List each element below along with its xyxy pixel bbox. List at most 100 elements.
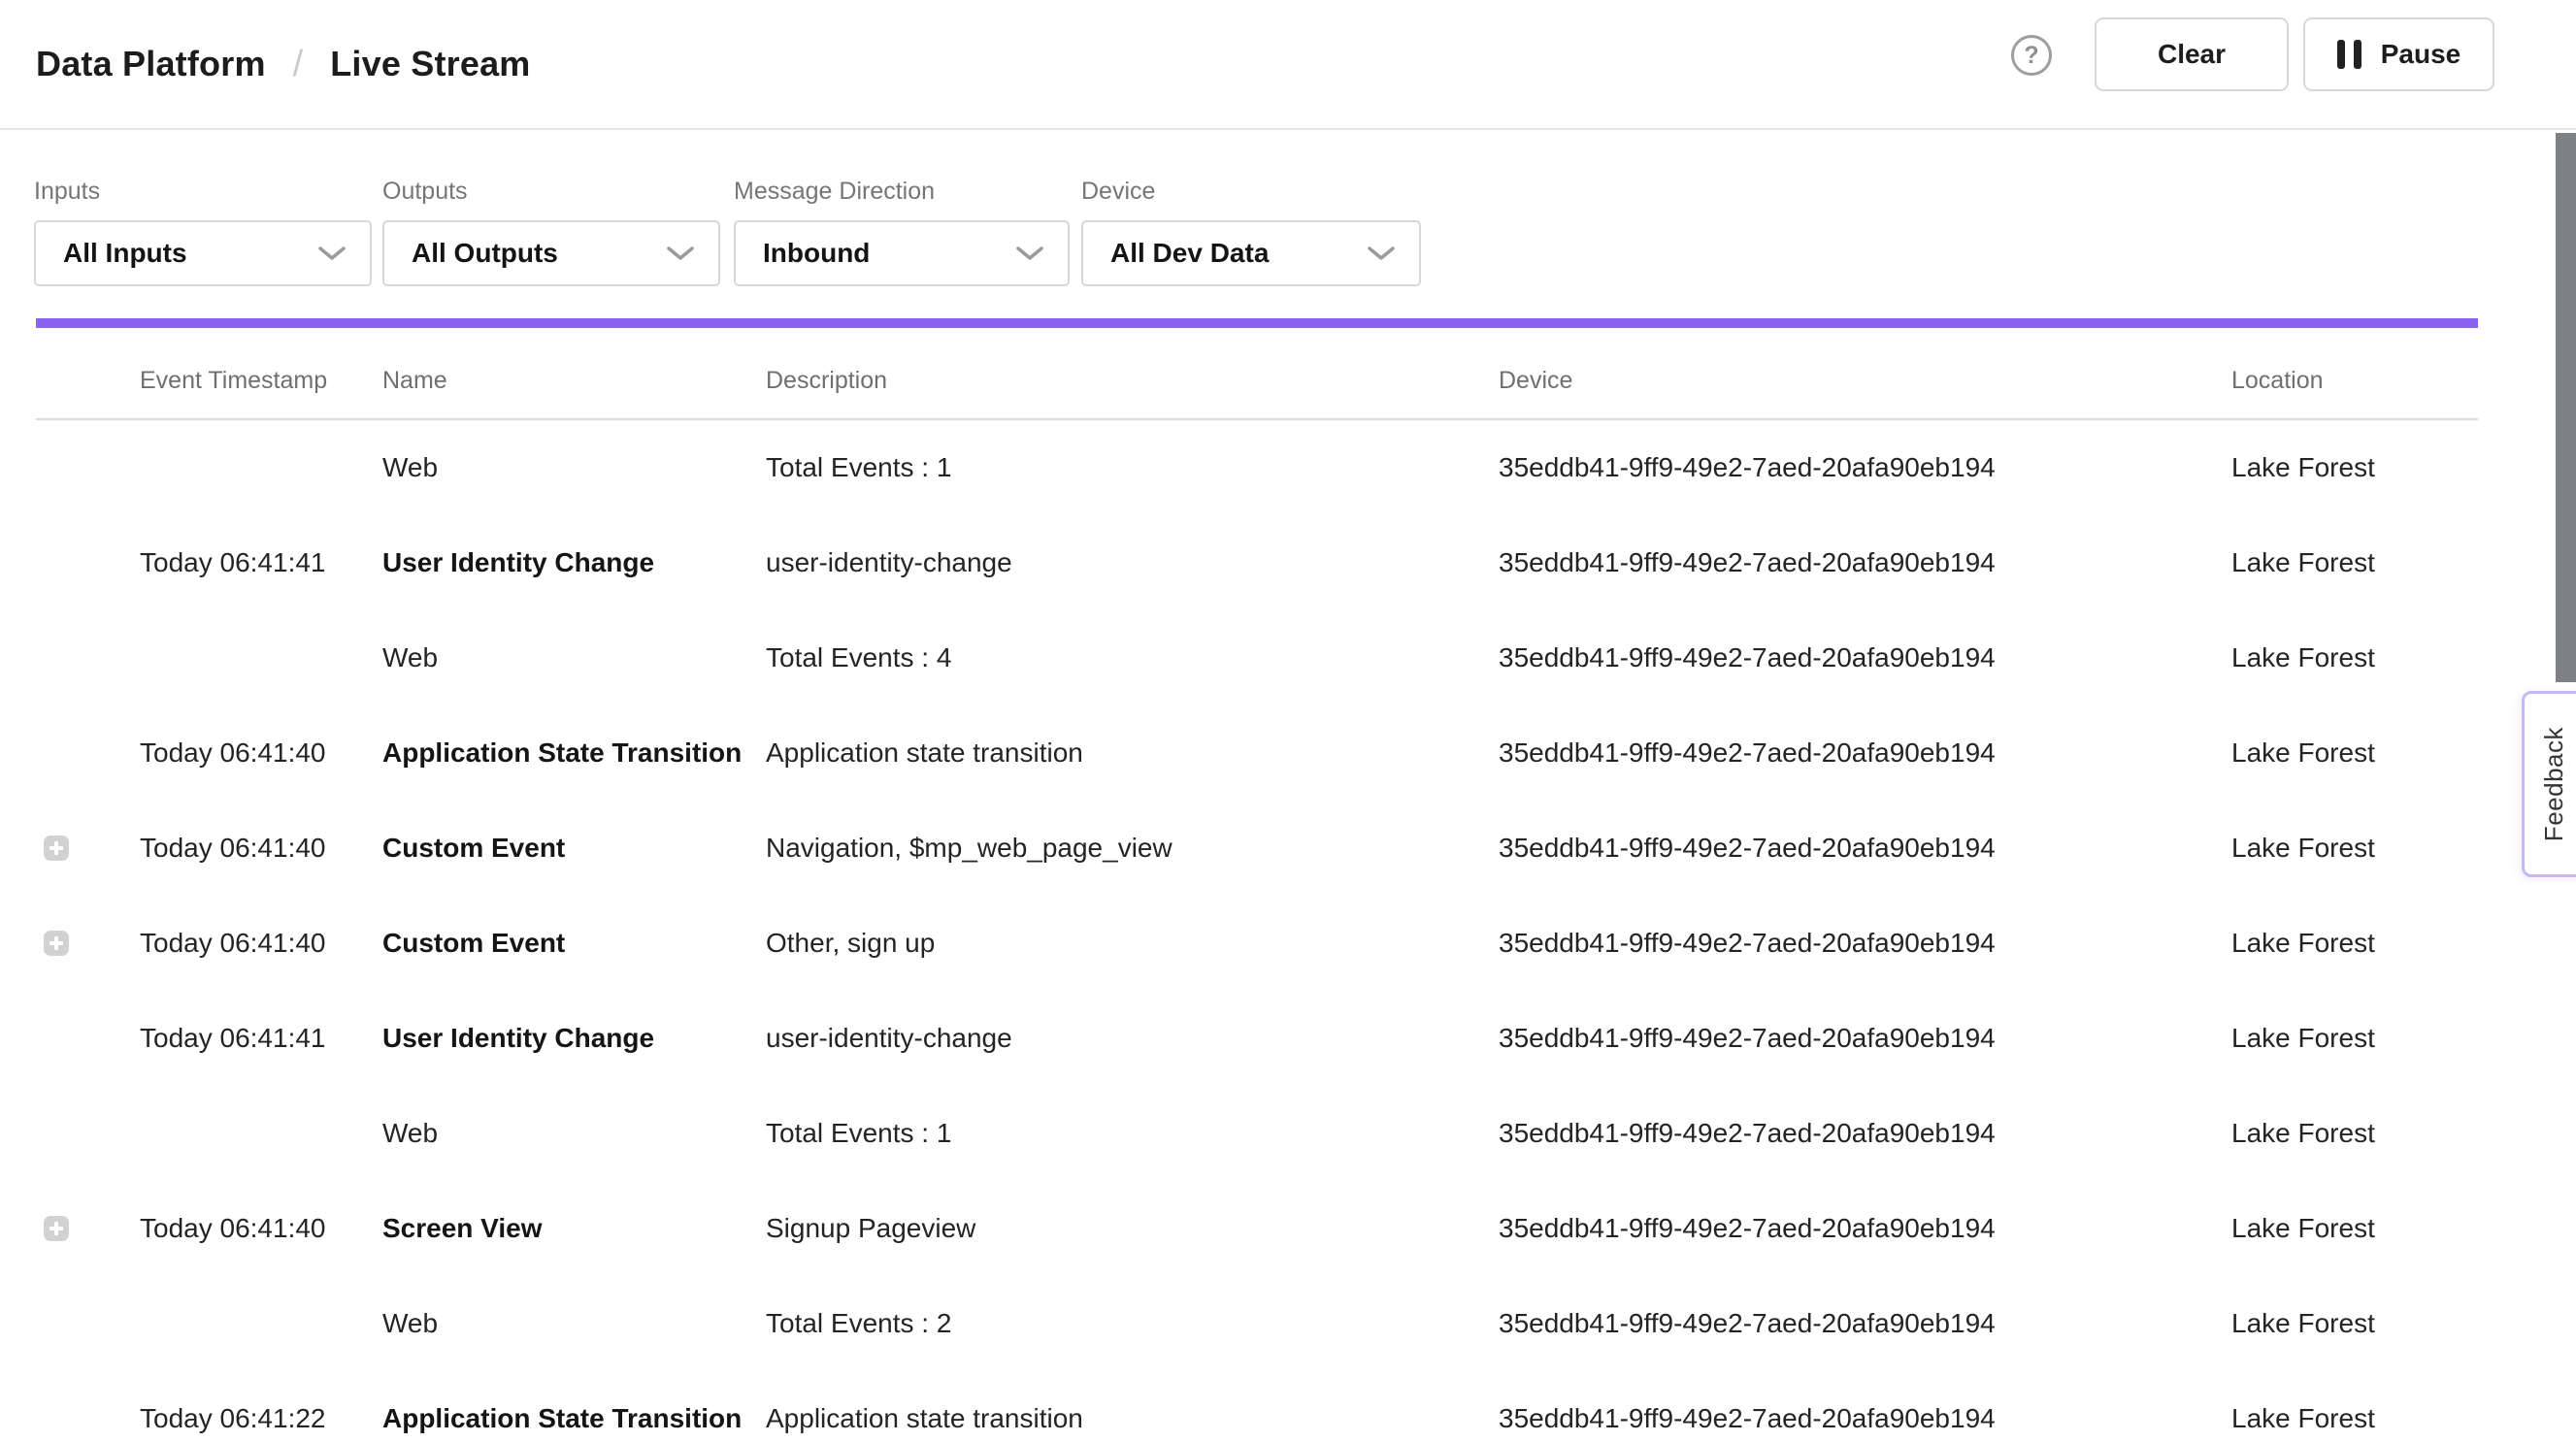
- event-description-cell: Application state transition: [766, 705, 1083, 801]
- message-direction-dropdown-value: Inbound: [763, 238, 870, 269]
- help-icon[interactable]: ?: [2011, 35, 2052, 76]
- feedback-tab[interactable]: Feedback: [2522, 691, 2576, 877]
- event-name-cell: Web: [382, 1086, 438, 1181]
- event-device-cell: 35eddb41-9ff9-49e2-7aed-20afa90eb194: [1499, 991, 1996, 1086]
- event-location-cell: Lake Forest: [2231, 515, 2375, 610]
- expand-row-button[interactable]: [44, 1216, 69, 1241]
- event-name-cell: Custom Event: [382, 896, 565, 991]
- column-header-location: Location: [2231, 367, 2324, 395]
- event-location-cell: Lake Forest: [2231, 1276, 2375, 1371]
- table-row: Web Total Events : 4 35eddb41-9ff9-49e2-…: [0, 610, 2576, 705]
- pause-button[interactable]: Pause: [2303, 17, 2494, 91]
- clear-button-label: Clear: [2158, 39, 2226, 70]
- event-device-cell: 35eddb41-9ff9-49e2-7aed-20afa90eb194: [1499, 1371, 1996, 1442]
- event-location-cell: Lake Forest: [2231, 420, 2375, 515]
- event-description-cell: Application state transition: [766, 1371, 1083, 1442]
- outputs-dropdown[interactable]: All Outputs: [382, 220, 720, 286]
- table-row: Today 06:41:40 Custom Event Other, sign …: [0, 896, 2576, 991]
- event-timestamp-cell: Today 06:41:40: [140, 705, 326, 801]
- expand-row-button[interactable]: [44, 931, 69, 956]
- event-name-cell: Web: [382, 420, 438, 515]
- event-name-cell: User Identity Change: [382, 515, 654, 610]
- table-row: Web Total Events : 2 35eddb41-9ff9-49e2-…: [0, 1276, 2576, 1371]
- table-row: Today 06:41:41 User Identity Change user…: [0, 515, 2576, 610]
- event-name-cell: User Identity Change: [382, 991, 654, 1086]
- filter-message-direction: Message Direction Inbound: [734, 178, 1070, 286]
- event-location-cell: Lake Forest: [2231, 896, 2375, 991]
- expand-row-button[interactable]: [44, 836, 69, 861]
- table-row: Web Total Events : 1 35eddb41-9ff9-49e2-…: [0, 420, 2576, 515]
- event-description-cell: Total Events : 4: [766, 610, 951, 705]
- table-row: Today 06:41:40 Screen View Signup Pagevi…: [0, 1181, 2576, 1276]
- table-row: Today 06:41:40 Application State Transit…: [0, 705, 2576, 801]
- event-device-cell: 35eddb41-9ff9-49e2-7aed-20afa90eb194: [1499, 515, 1996, 610]
- table-body: Web Total Events : 1 35eddb41-9ff9-49e2-…: [0, 420, 2576, 1442]
- chevron-down-icon: [1015, 246, 1044, 261]
- device-dropdown[interactable]: All Dev Data: [1081, 220, 1421, 286]
- filter-message-direction-label: Message Direction: [734, 178, 1070, 207]
- event-description-cell: Navigation, $mp_web_page_view: [766, 801, 1172, 896]
- event-location-cell: Lake Forest: [2231, 801, 2375, 896]
- filter-outputs-label: Outputs: [382, 178, 720, 207]
- event-timestamp-cell: Today 06:41:22: [140, 1371, 326, 1442]
- pause-button-label: Pause: [2381, 39, 2461, 70]
- scrollbar-thumb[interactable]: [2556, 133, 2576, 682]
- event-location-cell: Lake Forest: [2231, 1181, 2375, 1276]
- column-header-description: Description: [766, 367, 887, 395]
- page-title: Live Stream: [330, 44, 530, 84]
- feedback-tab-label: Feedback: [2539, 727, 2569, 841]
- event-device-cell: 35eddb41-9ff9-49e2-7aed-20afa90eb194: [1499, 1181, 1996, 1276]
- event-description-cell: user-identity-change: [766, 991, 1012, 1086]
- filter-inputs-label: Inputs: [34, 178, 372, 207]
- filter-inputs: Inputs All Inputs: [34, 178, 372, 286]
- event-device-cell: 35eddb41-9ff9-49e2-7aed-20afa90eb194: [1499, 610, 1996, 705]
- inputs-dropdown[interactable]: All Inputs: [34, 220, 372, 286]
- pause-icon: [2337, 40, 2361, 69]
- message-direction-dropdown[interactable]: Inbound: [734, 220, 1070, 286]
- live-stream-page: Data Platform / Live Stream ? Clear Paus…: [0, 0, 2576, 1442]
- event-name-cell: Web: [382, 1276, 438, 1371]
- event-name-cell: Web: [382, 610, 438, 705]
- event-location-cell: Lake Forest: [2231, 1086, 2375, 1181]
- table-row: Today 06:41:22 Application State Transit…: [0, 1371, 2576, 1442]
- event-timestamp-cell: Today 06:41:40: [140, 1181, 326, 1276]
- outputs-dropdown-value: All Outputs: [412, 238, 558, 269]
- event-name-cell: Screen View: [382, 1181, 542, 1276]
- chevron-down-icon: [666, 246, 695, 261]
- clear-button[interactable]: Clear: [2095, 17, 2289, 91]
- column-header-event-timestamp: Event Timestamp: [140, 367, 327, 395]
- breadcrumb-separator: /: [293, 44, 304, 85]
- table-row: Today 06:41:41 User Identity Change user…: [0, 991, 2576, 1086]
- inputs-dropdown-value: All Inputs: [63, 238, 187, 269]
- event-location-cell: Lake Forest: [2231, 991, 2375, 1086]
- event-device-cell: 35eddb41-9ff9-49e2-7aed-20afa90eb194: [1499, 705, 1996, 801]
- event-device-cell: 35eddb41-9ff9-49e2-7aed-20afa90eb194: [1499, 896, 1996, 991]
- event-description-cell: Total Events : 2: [766, 1276, 951, 1371]
- chevron-down-icon: [1367, 246, 1396, 261]
- event-name-cell: Custom Event: [382, 801, 565, 896]
- device-dropdown-value: All Dev Data: [1110, 238, 1269, 269]
- event-timestamp-cell: Today 06:41:41: [140, 991, 326, 1086]
- event-description-cell: Signup Pageview: [766, 1181, 975, 1276]
- breadcrumb-section[interactable]: Data Platform: [36, 44, 266, 84]
- event-name-cell: Application State Transition: [382, 1371, 742, 1442]
- event-device-cell: 35eddb41-9ff9-49e2-7aed-20afa90eb194: [1499, 1276, 1996, 1371]
- event-timestamp-cell: Today 06:41:40: [140, 896, 326, 991]
- event-device-cell: 35eddb41-9ff9-49e2-7aed-20afa90eb194: [1499, 801, 1996, 896]
- event-description-cell: Total Events : 1: [766, 420, 951, 515]
- event-location-cell: Lake Forest: [2231, 705, 2375, 801]
- table-row: Web Total Events : 1 35eddb41-9ff9-49e2-…: [0, 1086, 2576, 1181]
- event-timestamp-cell: Today 06:41:40: [140, 801, 326, 896]
- app-header: Data Platform / Live Stream ? Clear Paus…: [0, 0, 2576, 130]
- chevron-down-icon: [317, 246, 347, 261]
- filter-outputs: Outputs All Outputs: [382, 178, 720, 286]
- event-description-cell: Total Events : 1: [766, 1086, 951, 1181]
- filter-device-label: Device: [1081, 178, 1421, 207]
- event-description-cell: user-identity-change: [766, 515, 1012, 610]
- column-header-name: Name: [382, 367, 447, 395]
- event-location-cell: Lake Forest: [2231, 1371, 2375, 1442]
- event-name-cell: Application State Transition: [382, 705, 742, 801]
- event-description-cell: Other, sign up: [766, 896, 935, 991]
- event-device-cell: 35eddb41-9ff9-49e2-7aed-20afa90eb194: [1499, 1086, 1996, 1181]
- table-row: Today 06:41:40 Custom Event Navigation, …: [0, 801, 2576, 896]
